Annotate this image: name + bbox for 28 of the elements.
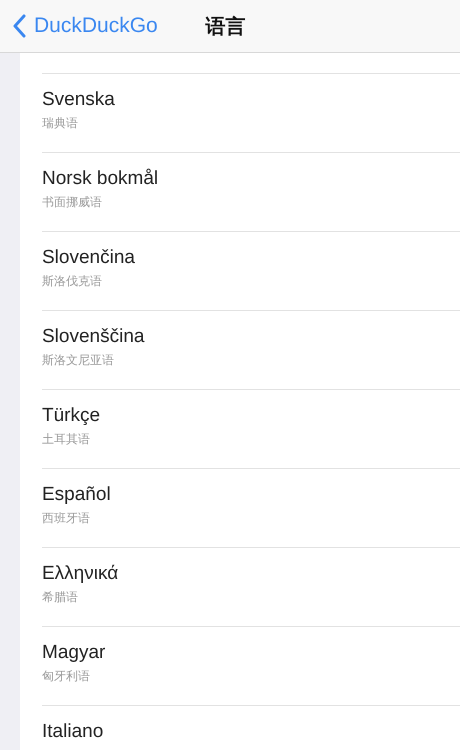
page-title: 语言 bbox=[206, 12, 246, 40]
language-name: Türkçe bbox=[42, 405, 100, 427]
language-translation: 希腊语 bbox=[42, 589, 78, 606]
language-row[interactable]: Español 西班牙语 bbox=[42, 468, 460, 547]
language-row[interactable]: Magyar 匈牙利语 bbox=[42, 626, 460, 705]
language-translation: 斯洛文尼亚语 bbox=[42, 352, 114, 369]
language-row[interactable]: Norsk bokmål 书面挪威语 bbox=[42, 152, 460, 231]
language-row[interactable]: Slovenščina 斯洛文尼亚语 bbox=[42, 310, 460, 389]
language-translation: 西班牙语 bbox=[42, 510, 90, 527]
language-translation: 瑞典语 bbox=[42, 115, 78, 132]
language-row[interactable]: Ελληνικά 希腊语 bbox=[42, 547, 460, 626]
language-name: Slovenčina bbox=[42, 247, 135, 269]
language-row[interactable]: Italiano bbox=[42, 705, 460, 750]
language-name: Español bbox=[42, 484, 111, 506]
language-row[interactable]: Türkçe 土耳其语 bbox=[42, 389, 460, 468]
language-name: Slovenščina bbox=[42, 326, 144, 348]
language-row[interactable]: Slovenčina 斯洛伐克语 bbox=[42, 231, 460, 310]
language-name: Italiano bbox=[42, 721, 104, 743]
language-translation: 匈牙利语 bbox=[42, 668, 90, 685]
language-name: Magyar bbox=[42, 642, 106, 664]
language-name: Ελληνικά bbox=[42, 563, 118, 585]
language-translation: 书面挪威语 bbox=[42, 194, 102, 211]
language-row[interactable]: Svenska 瑞典语 bbox=[42, 73, 460, 152]
language-name: Svenska bbox=[42, 89, 115, 111]
language-translation: 斯洛伐克语 bbox=[42, 273, 102, 290]
language-translation: 土耳其语 bbox=[42, 431, 90, 448]
language-name: Norsk bokmål bbox=[42, 168, 158, 190]
back-icon bbox=[12, 14, 26, 38]
